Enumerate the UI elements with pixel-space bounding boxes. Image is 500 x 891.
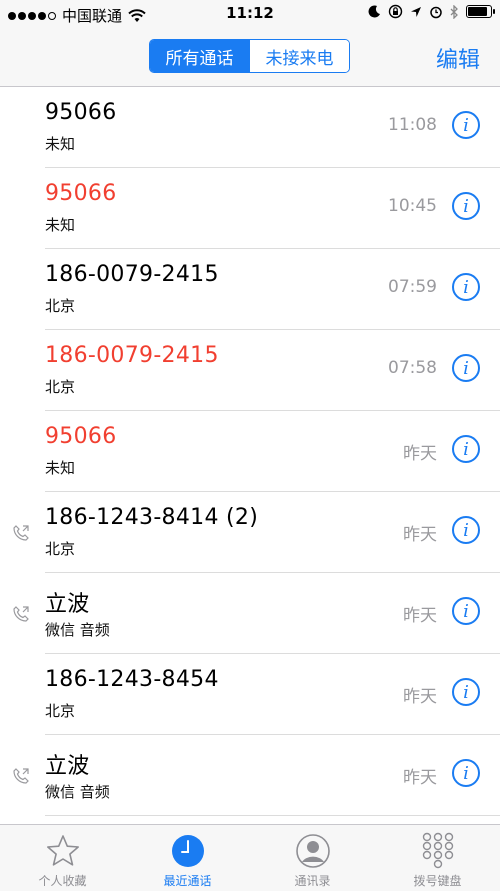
edit-button[interactable]: 编辑 <box>436 42 480 74</box>
contacts-icon <box>295 834 330 868</box>
call-subtitle: 北京 <box>45 378 76 396</box>
call-subtitle: 微信 音频 <box>45 621 110 639</box>
call-row[interactable]: 186-0079-2415 北京 07:58 i <box>45 330 500 411</box>
call-time: 10:45 <box>388 196 437 216</box>
call-number: 186-1243-8414 (2) <box>45 505 259 530</box>
tab-recents[interactable]: 最近通话 <box>125 825 250 891</box>
outgoing-call-icon <box>13 525 29 541</box>
battery-icon <box>466 5 495 18</box>
call-number: 立波 <box>45 592 90 617</box>
calls-filter-segmented-control: 所有通话 未接来电 <box>149 39 350 73</box>
star-icon <box>46 835 79 866</box>
status-bar: 中国联通 11:12 <box>0 0 500 28</box>
call-subtitle: 北京 <box>45 297 76 315</box>
segment-missed-calls[interactable]: 未接来电 <box>249 40 349 72</box>
call-time: 昨天 <box>403 444 437 464</box>
call-time: 07:58 <box>388 358 437 378</box>
tab-label: 拨号键盘 <box>413 874 462 888</box>
moon-icon <box>368 5 380 18</box>
nav-bar: 所有通话 未接来电 编辑 <box>0 28 500 87</box>
info-icon[interactable]: i <box>452 597 480 625</box>
call-number: 95066 <box>45 181 117 206</box>
outgoing-call-icon <box>13 606 29 622</box>
info-icon[interactable]: i <box>452 354 480 382</box>
segment-all-calls[interactable]: 所有通话 <box>150 40 249 72</box>
info-icon[interactable]: i <box>452 759 480 787</box>
call-time: 07:59 <box>388 277 437 297</box>
location-icon <box>411 6 421 17</box>
call-row[interactable]: 95066 未知 昨天 i <box>45 411 500 492</box>
call-row[interactable]: 95066 未知 10:45 i <box>45 168 500 249</box>
call-number: 186-1243-8454 <box>45 667 219 692</box>
rotation-lock-icon <box>388 4 403 19</box>
info-icon[interactable]: i <box>452 516 480 544</box>
call-time: 11:08 <box>388 115 437 135</box>
tab-keypad[interactable]: 拨号键盘 <box>375 825 500 891</box>
tab-label: 个人收藏 <box>38 874 87 888</box>
call-number: 立波 <box>45 754 90 779</box>
call-time: 昨天 <box>403 525 437 545</box>
call-row[interactable]: 95066 未知 11:08 i <box>45 87 500 168</box>
call-number: 186-0079-2415 <box>45 343 219 368</box>
tab-label: 最近通话 <box>163 874 212 888</box>
call-row[interactable]: 186-1243-8414 (2) 北京 昨天 i <box>13 492 500 573</box>
info-icon[interactable]: i <box>452 273 480 301</box>
status-right <box>368 4 495 19</box>
call-number: 186-0079-2415 <box>45 262 219 287</box>
alarm-icon <box>430 6 442 18</box>
info-icon[interactable]: i <box>452 435 480 463</box>
call-subtitle: 未知 <box>45 216 76 234</box>
call-subtitle: 北京 <box>45 702 76 720</box>
call-number: 95066 <box>45 100 117 125</box>
tab-contacts[interactable]: 通讯录 <box>250 825 375 891</box>
outgoing-call-icon <box>13 768 29 784</box>
call-number: 95066 <box>45 424 117 449</box>
tab-bar: 个人收藏 最近通话 通讯录 拨号键盘 <box>0 824 500 891</box>
call-time: 昨天 <box>403 768 437 788</box>
call-row[interactable]: 立波 微信 音频 昨天 i <box>13 573 500 654</box>
call-subtitle: 微信 音频 <box>45 783 110 801</box>
call-subtitle: 未知 <box>45 459 76 477</box>
info-icon[interactable]: i <box>452 678 480 706</box>
call-row[interactable]: 立波 微信 音频 昨天 i <box>13 735 500 816</box>
call-time: 昨天 <box>403 687 437 707</box>
call-time: 昨天 <box>403 606 437 626</box>
info-icon[interactable]: i <box>452 111 480 139</box>
info-icon[interactable]: i <box>452 192 480 220</box>
call-subtitle: 北京 <box>45 540 76 558</box>
call-row[interactable]: 186-1243-8454 北京 昨天 i <box>45 654 500 735</box>
tab-label: 通讯录 <box>294 874 331 888</box>
tab-favorites[interactable]: 个人收藏 <box>0 825 125 891</box>
call-row[interactable]: 186-0079-2415 北京 07:59 i <box>45 249 500 330</box>
recent-calls-list: 95066 未知 11:08 i 95066 未知 10:45 i 186-00… <box>0 87 500 816</box>
keypad-icon <box>422 832 453 869</box>
clock-icon <box>171 835 204 867</box>
bluetooth-icon <box>450 4 458 19</box>
call-subtitle: 未知 <box>45 135 76 153</box>
